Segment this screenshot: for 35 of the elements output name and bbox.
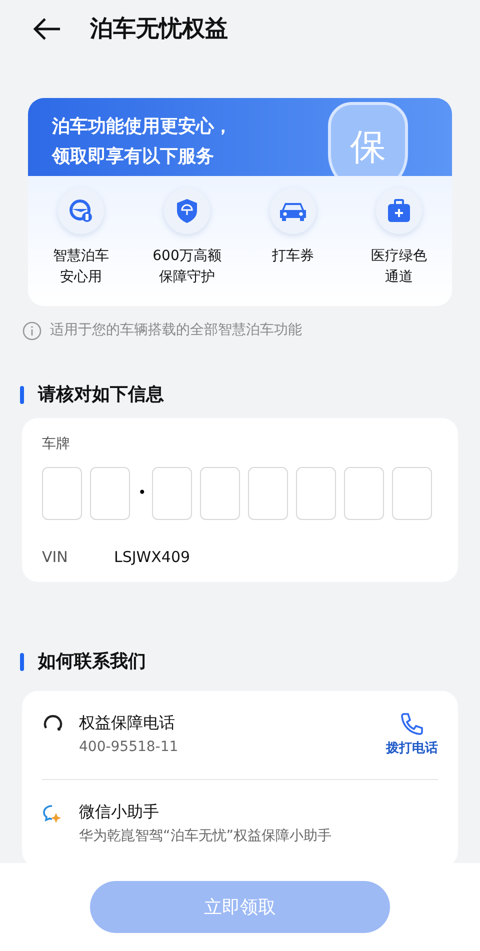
section-heading: 请核对如下信息 [38,383,164,407]
plate-character-field[interactable] [42,467,82,520]
contact-detail: 华为乾崑智驾“泊车无忧”权益保障小助手 [79,826,333,846]
plate-character-field[interactable] [248,467,288,520]
contact-title: 微信小助手 [79,800,160,822]
contact-detail: 400-95518-11 [79,738,180,757]
vin-value: LSJWX409 [114,546,190,568]
back-arrow-icon[interactable] [32,17,62,41]
service-label: 智慧泊车 安心用 [53,247,109,287]
plate-separator: • [138,484,144,503]
service-label: 打车券 [272,247,314,266]
section-heading: 如何联系我们 [38,650,146,674]
section-marker [20,652,24,670]
plate-character-field[interactable] [344,467,384,520]
section-marker [20,386,24,404]
plate-character-field[interactable] [90,467,130,520]
plate-character-field[interactable] [392,467,432,520]
banner-headline: 泊车功能使用更安心， [52,115,232,139]
first-aid-kit-icon [387,199,411,223]
info-icon [22,320,42,340]
page-title: 泊车无忧权益 [90,14,228,44]
service-label: 医疗绿色 通道 [371,247,427,287]
notice-text: 适用于您的车辆搭载的全部智慧泊车功能 [50,321,302,340]
contact-title: 权益保障电话 [79,712,176,734]
shield-icon [175,198,199,224]
plate-character-field[interactable] [200,467,240,520]
service-label: 600万高额 保障守护 [152,247,222,287]
plate-label: 车牌 [42,435,71,454]
phone-icon [399,711,425,737]
plate-character-field[interactable] [152,467,192,520]
call-button[interactable]: 拨打电话 [386,711,438,758]
car-icon [279,200,307,222]
banner-subline: 领取即享有以下服务 [52,145,214,169]
vin-label: VIN [42,546,69,568]
plate-character-field[interactable] [296,467,336,520]
